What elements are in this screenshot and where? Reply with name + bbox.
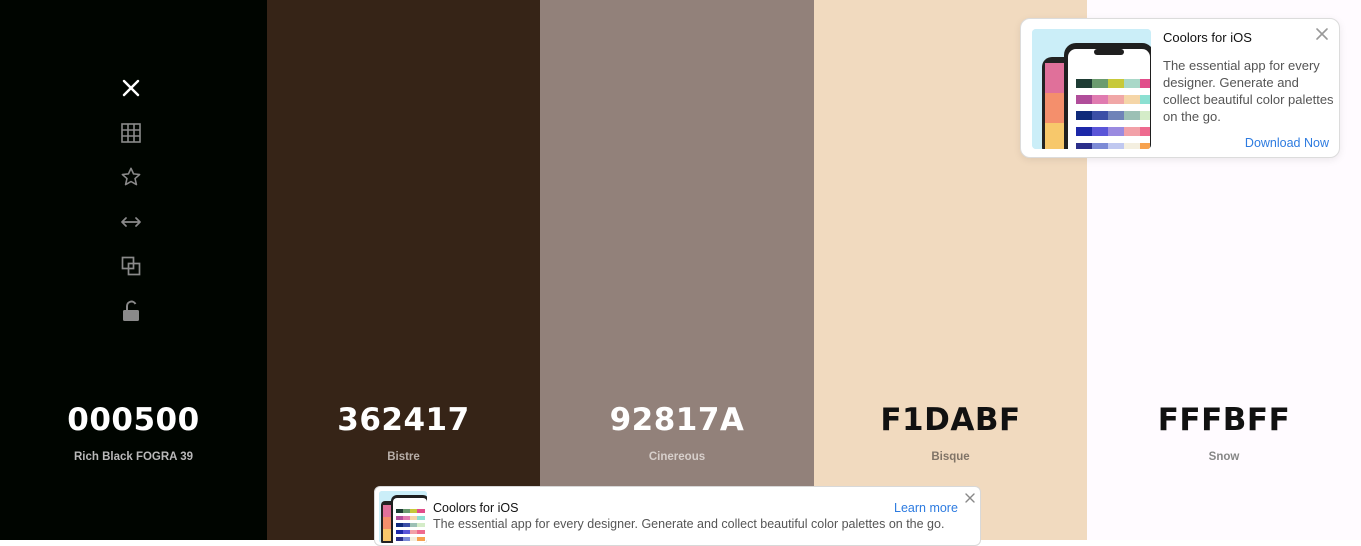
color-swatch-3[interactable]: 92817A Cinereous (540, 0, 814, 540)
app-screenshot-image (1032, 29, 1151, 149)
lock-color-button[interactable] (115, 295, 147, 327)
grid-icon (121, 122, 141, 143)
close-icon (1316, 28, 1328, 40)
promo-banner[interactable]: Coolors for iOS The essential app for ev… (374, 486, 981, 546)
swatch-hex-1[interactable]: 000500 (0, 402, 267, 438)
unlock-icon (123, 300, 139, 321)
remove-color-button[interactable] (115, 72, 147, 104)
banner-close-button[interactable] (964, 491, 976, 503)
promo-close-button[interactable] (1314, 26, 1330, 42)
learn-more-link[interactable]: Learn more (894, 501, 958, 515)
swatch-hex-5[interactable]: FFFBFF (1087, 402, 1361, 438)
banner-description: The essential app for every designer. Ge… (433, 517, 945, 531)
swatch-name-5[interactable]: Snow (1087, 451, 1361, 463)
copy-hex-button[interactable] (115, 250, 147, 282)
swatch-name-1[interactable]: Rich Black FOGRA 39 (0, 451, 267, 463)
star-icon (121, 167, 141, 186)
promo-description: The essential app for every designer. Ge… (1163, 58, 1334, 124)
close-icon (965, 493, 975, 503)
swatch-name-3[interactable]: Cinereous (540, 451, 814, 463)
save-color-button[interactable] (115, 161, 147, 193)
copy-icon (121, 256, 141, 276)
swatch-hex-3[interactable]: 92817A (540, 402, 814, 438)
swatch-name-2[interactable]: Bistre (267, 451, 540, 463)
banner-title: Coolors for iOS (433, 501, 519, 515)
swatch-name-4[interactable]: Bisque (814, 451, 1087, 463)
swatch-toolbar (111, 72, 151, 339)
promo-card[interactable]: Coolors for iOS The essential app for ev… (1020, 18, 1340, 158)
drag-color-button[interactable] (115, 206, 147, 238)
arrows-horizontal-icon (121, 216, 141, 227)
view-shades-button[interactable] (115, 117, 147, 149)
color-swatch-1[interactable]: 000500 Rich Black FOGRA 39 (0, 0, 267, 540)
banner-app-image (379, 491, 427, 543)
promo-title: Coolors for iOS (1163, 30, 1252, 45)
close-icon (122, 79, 140, 97)
swatch-hex-4[interactable]: F1DABF (814, 402, 1087, 438)
download-now-link[interactable]: Download Now (1245, 136, 1329, 150)
color-swatch-2[interactable]: 362417 Bistre (267, 0, 540, 540)
swatch-hex-2[interactable]: 362417 (267, 402, 540, 438)
